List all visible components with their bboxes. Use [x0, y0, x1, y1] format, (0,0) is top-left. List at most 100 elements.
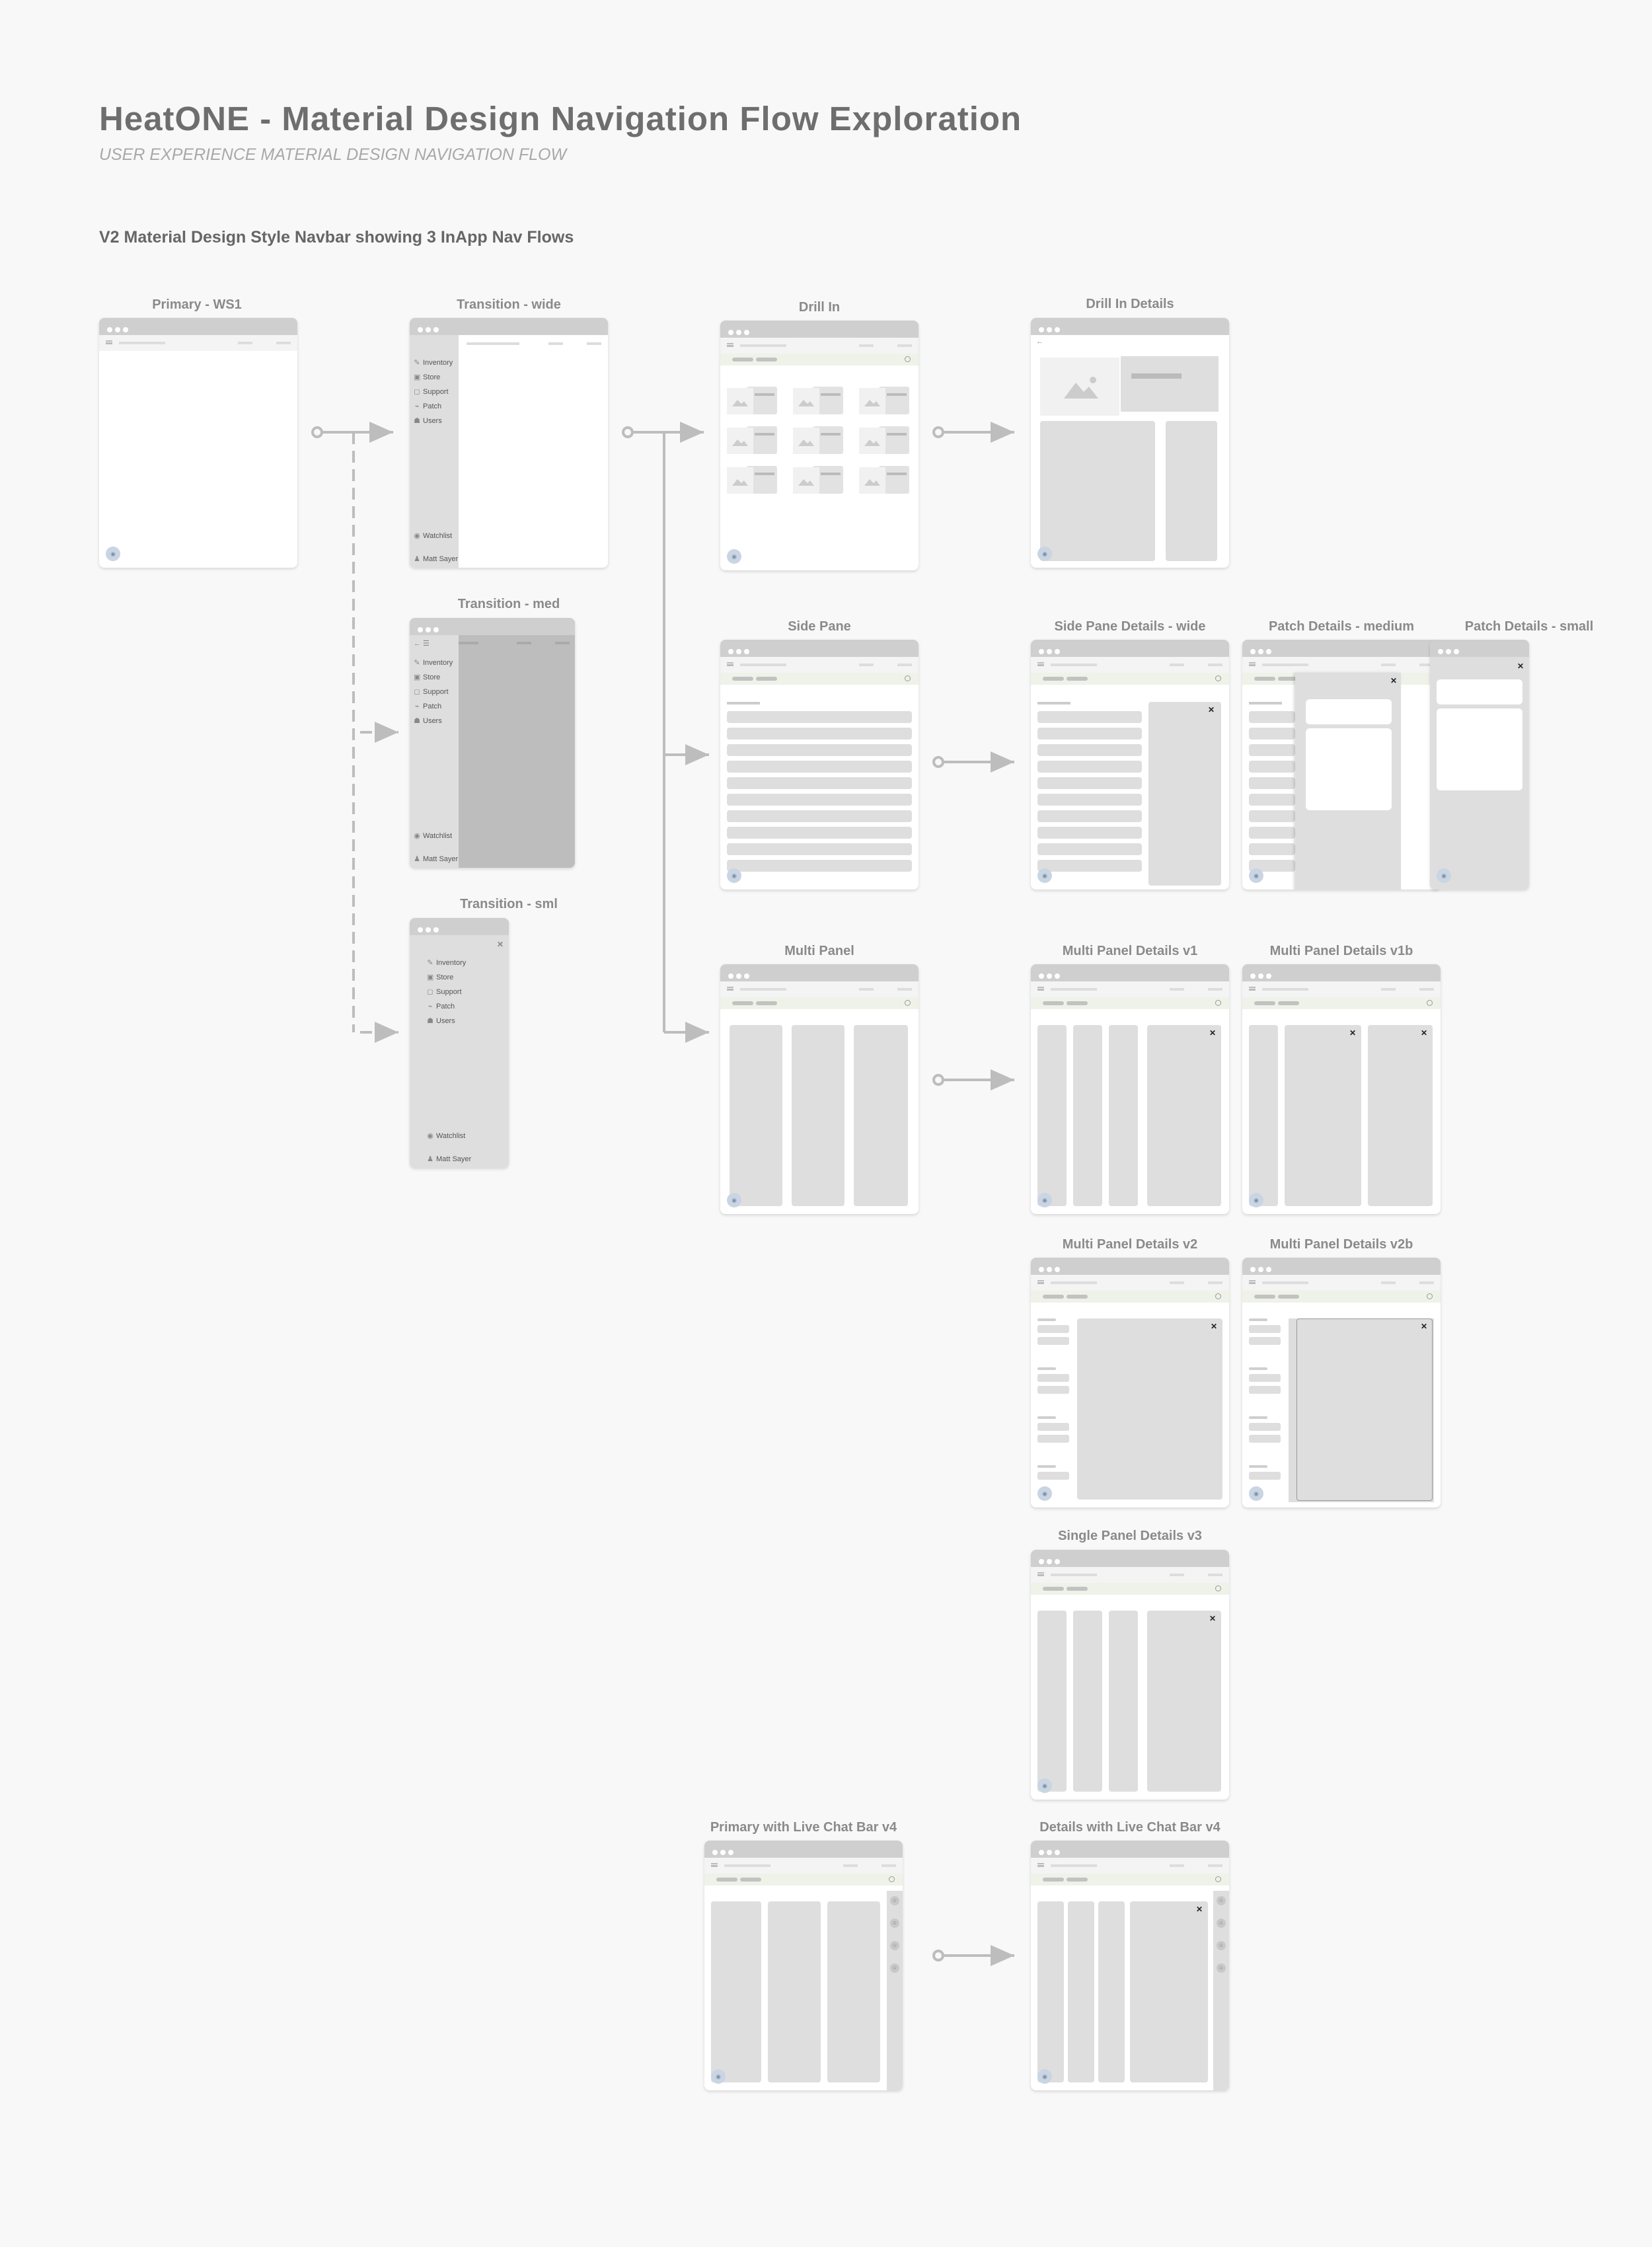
chat-avatar-icon[interactable]: ☺	[890, 1896, 899, 1905]
search-bar[interactable]	[1031, 1583, 1229, 1595]
close-icon[interactable]: ✕	[1390, 677, 1397, 685]
close-icon[interactable]: ✕	[1209, 1029, 1216, 1037]
live-chat-bar[interactable]: ☺ ☺ ☺ ☺	[1213, 1891, 1229, 2090]
hamburger-icon[interactable]	[1037, 1863, 1044, 1867]
hamburger-icon[interactable]	[1249, 1280, 1256, 1284]
hamburger-icon[interactable]	[1037, 987, 1044, 991]
frame-transition-sml[interactable]: ✕ ✎ Inventory ▣ Store ◻ Support ⌁ Patch ☗ Use…	[410, 918, 509, 1168]
chat-avatar-icon[interactable]: ☺	[1217, 1896, 1226, 1905]
search-bar[interactable]	[1031, 997, 1229, 1009]
search-icon[interactable]	[1215, 675, 1221, 681]
search-bar[interactable]	[1031, 673, 1229, 685]
chat-avatar-icon[interactable]: ☺	[1217, 1941, 1226, 1950]
search-icon[interactable]	[1215, 1585, 1221, 1591]
chat-avatar-icon[interactable]: ☺	[1217, 1919, 1226, 1928]
hamburger-icon[interactable]	[1249, 987, 1256, 991]
frame-primary-live-chat[interactable]: ☺ ☺ ☺ ☺ ◉	[704, 1841, 903, 2090]
eye-icon[interactable]: ◉	[711, 2069, 726, 2084]
nav-item-watchlist[interactable]: ◉ Watchlist	[427, 1131, 465, 1140]
search-bar[interactable]	[704, 1874, 903, 1885]
search-bar[interactable]	[720, 673, 919, 685]
eye-icon[interactable]: ◉	[727, 868, 741, 883]
live-chat-bar[interactable]: ☺ ☺ ☺ ☺	[887, 1891, 903, 2090]
nav-item-store[interactable]: ▣ Store	[427, 973, 453, 981]
eye-icon[interactable]: ◉	[1249, 1486, 1263, 1501]
frame-patch-medium[interactable]: ✕ ◉	[1242, 640, 1441, 890]
eye-icon[interactable]: ◉	[727, 549, 741, 564]
nav-item-inventory[interactable]: ✎ Inventory	[414, 658, 453, 667]
eye-icon[interactable]: ◉	[1249, 868, 1263, 883]
eye-icon[interactable]: ◉	[1037, 1778, 1052, 1793]
hamburger-icon[interactable]	[727, 662, 733, 666]
chat-avatar-icon[interactable]: ☺	[890, 1919, 899, 1928]
nav-item-inventory[interactable]: ✎ Inventory	[427, 958, 466, 967]
frame-drill-in-details[interactable]: ← ◉	[1031, 318, 1229, 568]
frame-mpd-v2[interactable]: ✕ ◉	[1031, 1258, 1229, 1507]
nav-item-users[interactable]: ☗ Users	[414, 416, 442, 425]
hamburger-icon[interactable]	[1037, 662, 1044, 666]
frame-primary-ws1[interactable]: ◉	[99, 318, 297, 568]
search-icon[interactable]	[1427, 1000, 1433, 1006]
search-icon[interactable]	[905, 356, 911, 362]
eye-icon[interactable]: ◉	[1249, 1193, 1263, 1207]
eye-icon[interactable]: ◉	[1037, 547, 1052, 561]
hamburger-icon[interactable]	[1037, 1572, 1044, 1576]
hamburger-icon[interactable]	[1249, 662, 1256, 666]
frame-transition-med[interactable]: ← ☰ ✎ Inventory ▣ Store ◻ Support ⌁ Patch ☗ U…	[410, 618, 575, 868]
nav-item-users[interactable]: ☗ Users	[427, 1016, 455, 1025]
nav-item-store[interactable]: ▣ Store	[414, 673, 440, 681]
eye-icon[interactable]: ◉	[1437, 868, 1451, 883]
close-icon[interactable]: ✕	[1209, 1615, 1216, 1622]
search-icon[interactable]	[905, 675, 911, 681]
close-icon[interactable]: ✕	[497, 940, 504, 948]
close-icon[interactable]: ✕	[1517, 662, 1524, 670]
search-icon[interactable]	[889, 1876, 895, 1882]
search-bar[interactable]	[720, 354, 919, 365]
frame-details-live-chat[interactable]: ✕ ☺ ☺ ☺ ☺ ◉	[1031, 1841, 1229, 2090]
search-bar[interactable]	[1031, 1874, 1229, 1885]
nav-item-patch[interactable]: ⌁ Patch	[414, 402, 441, 410]
eye-icon[interactable]: ◉	[1037, 1486, 1052, 1501]
hamburger-icon[interactable]	[711, 1863, 718, 1867]
nav-item-patch[interactable]: ⌁ Patch	[427, 1002, 455, 1010]
chat-avatar-icon[interactable]: ☺	[890, 1963, 899, 1973]
search-icon[interactable]	[905, 1000, 911, 1006]
eye-icon[interactable]: ◉	[1037, 2069, 1052, 2084]
close-icon[interactable]: ✕	[1349, 1029, 1356, 1037]
eye-icon[interactable]: ◉	[1037, 1193, 1052, 1207]
frame-mpd-v2b[interactable]: ✕ ◉	[1242, 1258, 1441, 1507]
nav-user[interactable]: ♟ Matt Sayer	[427, 1155, 471, 1163]
search-icon[interactable]	[1215, 1876, 1221, 1882]
frame-spd-v3[interactable]: ✕ ◉	[1031, 1550, 1229, 1800]
hamburger-icon[interactable]	[727, 343, 733, 347]
close-icon[interactable]: ✕	[1421, 1322, 1427, 1330]
close-icon[interactable]: ✕	[1421, 1029, 1427, 1037]
chat-avatar-icon[interactable]: ☺	[1217, 1963, 1226, 1973]
nav-item-support[interactable]: ◻ Support	[414, 687, 448, 696]
nav-item-support[interactable]: ◻ Support	[414, 387, 448, 396]
frame-mpd-v1[interactable]: ✕ ◉	[1031, 964, 1229, 1214]
nav-item-inventory[interactable]: ✎ Inventory	[414, 358, 453, 367]
back-icon[interactable]: ← ☰	[414, 639, 430, 648]
search-bar[interactable]	[1242, 997, 1441, 1009]
frame-multi-panel[interactable]: ◉	[720, 964, 919, 1214]
nav-item-patch[interactable]: ⌁ Patch	[414, 702, 441, 710]
frame-mpd-v1b[interactable]: ✕ ✕ ◉	[1242, 964, 1441, 1214]
frame-patch-small[interactable]: ✕ ◉	[1430, 640, 1529, 890]
hamburger-icon[interactable]	[727, 987, 733, 991]
search-icon[interactable]	[1427, 1293, 1433, 1299]
hamburger-icon[interactable]	[106, 340, 112, 344]
eye-icon[interactable]: ◉	[106, 547, 120, 561]
hamburger-icon[interactable]	[1037, 1280, 1044, 1284]
frame-side-pane-details[interactable]: ✕ ◉	[1031, 640, 1229, 890]
frame-drill-in[interactable]: ◉	[720, 321, 919, 570]
close-icon[interactable]: ✕	[1196, 1905, 1203, 1913]
close-icon[interactable]: ✕	[1208, 706, 1215, 714]
nav-item-store[interactable]: ▣ Store	[414, 373, 440, 381]
search-icon[interactable]	[1215, 1000, 1221, 1006]
chat-avatar-icon[interactable]: ☺	[890, 1941, 899, 1950]
search-icon[interactable]	[1215, 1293, 1221, 1299]
nav-user[interactable]: ♟ Matt Sayer	[414, 855, 458, 863]
eye-icon[interactable]: ◉	[727, 1193, 741, 1207]
close-icon[interactable]: ✕	[1211, 1322, 1217, 1330]
